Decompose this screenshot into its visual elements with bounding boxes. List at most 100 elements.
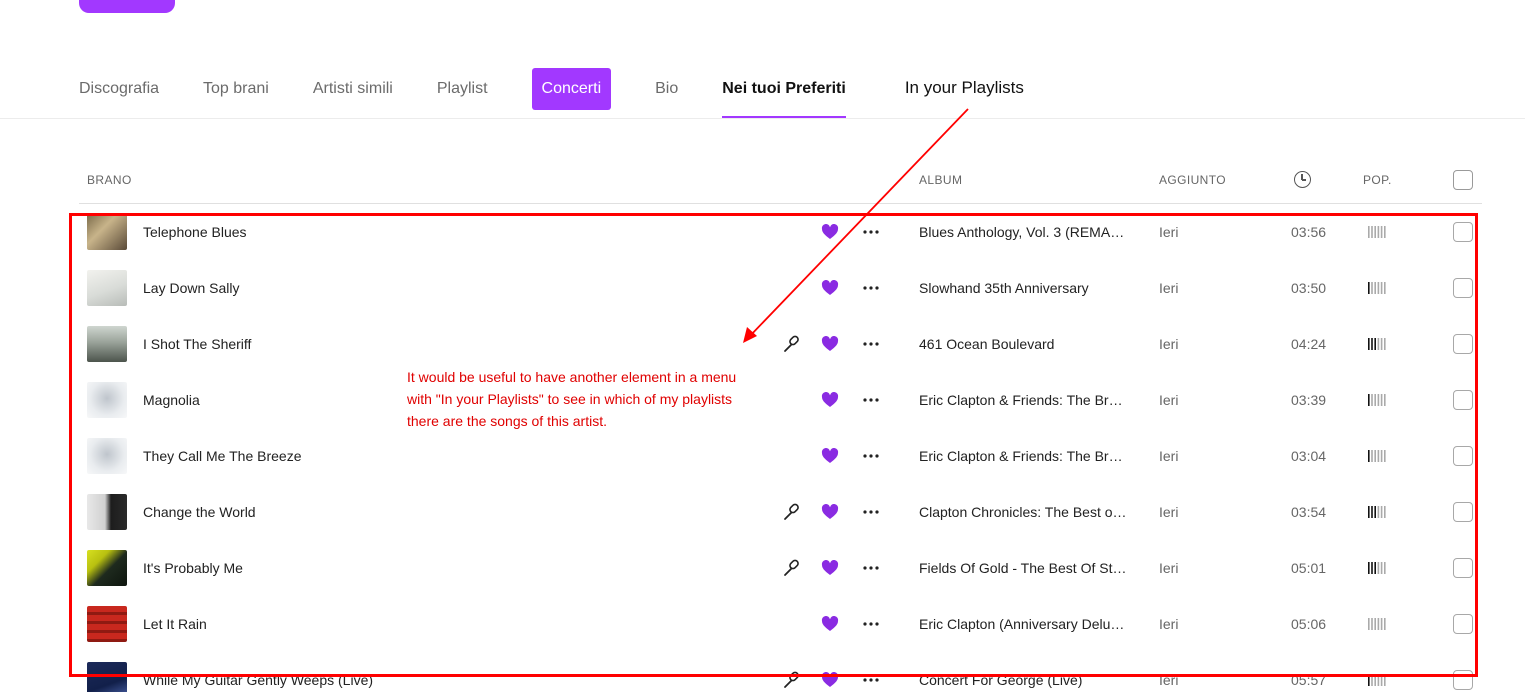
more-options-icon[interactable] (862, 566, 880, 570)
track-duration: 03:54 (1291, 504, 1327, 520)
album-cover[interactable] (87, 382, 127, 418)
more-options-icon[interactable] (862, 454, 880, 458)
heart-icon[interactable] (821, 280, 839, 296)
more-options-icon[interactable] (862, 510, 880, 514)
table-row[interactable]: Let It Rain Eric Clapton (Anniversary Del… (0, 596, 1525, 652)
table-row[interactable]: While My Guitar Gently Weeps (Live) Conce… (0, 652, 1525, 692)
microphone-icon[interactable] (782, 502, 802, 522)
album-link[interactable]: 461 Ocean Boulevard (919, 336, 1129, 352)
more-options-icon[interactable] (862, 342, 880, 346)
date-added: Ieri (1159, 672, 1179, 688)
track-duration: 05:01 (1291, 560, 1327, 576)
tab-nei-tuoi-preferiti[interactable]: Nei tuoi Preferiti (722, 68, 846, 118)
tab-top-brani[interactable]: Top brani (203, 68, 269, 110)
tab-discografia[interactable]: Discografia (79, 68, 159, 110)
row-checkbox[interactable] (1453, 390, 1473, 410)
more-options-icon[interactable] (862, 286, 880, 290)
track-title[interactable]: Magnolia (143, 392, 200, 408)
heart-icon[interactable] (821, 672, 839, 688)
row-checkbox[interactable] (1453, 558, 1473, 578)
heart-icon[interactable] (821, 336, 839, 352)
date-added: Ieri (1159, 504, 1179, 520)
heart-icon[interactable] (821, 448, 839, 464)
more-options-icon[interactable] (862, 398, 880, 402)
track-title[interactable]: They Call Me The Breeze (143, 448, 301, 464)
date-added: Ieri (1159, 224, 1179, 240)
track-title[interactable]: I Shot The Sheriff (143, 336, 251, 352)
select-all-checkbox[interactable] (1453, 170, 1473, 190)
row-checkbox[interactable] (1453, 446, 1473, 466)
column-header-added[interactable]: AGGIUNTO (1159, 173, 1226, 187)
tab-playlist[interactable]: Playlist (437, 68, 488, 110)
popularity-bars-icon (1368, 562, 1386, 574)
table-row[interactable]: Lay Down Sally Slowhand 35th Anniversary I… (0, 260, 1525, 316)
album-cover[interactable] (87, 270, 127, 306)
row-checkbox[interactable] (1453, 670, 1473, 690)
table-row[interactable]: They Call Me The Breeze Eric Clapton & Fr… (0, 428, 1525, 484)
album-cover[interactable] (87, 214, 127, 250)
tab-concerti[interactable]: Concerti (531, 68, 612, 110)
column-header-album[interactable]: ALBUM (919, 173, 962, 187)
column-header-track[interactable]: BRANO (87, 173, 132, 187)
track-title[interactable]: Telephone Blues (143, 224, 247, 240)
date-added: Ieri (1159, 392, 1179, 408)
microphone-icon[interactable] (782, 670, 802, 690)
popularity-bars-icon (1368, 450, 1386, 462)
track-duration: 03:04 (1291, 448, 1327, 464)
heart-icon[interactable] (821, 392, 839, 408)
top-purple-button[interactable] (79, 0, 175, 13)
album-link[interactable]: Eric Clapton (Anniversary Deluxe Edition… (919, 616, 1129, 632)
column-header-popularity[interactable]: POP. (1363, 173, 1392, 187)
table-row[interactable]: Telephone Blues Blues Anthology, Vol. 3 (… (0, 204, 1525, 260)
album-link[interactable]: Eric Clapton & Friends: The Breeze (919, 448, 1129, 464)
table-row[interactable]: Change the World Clapton Chronicles: The … (0, 484, 1525, 540)
annotation-note-line: It would be useful to have another eleme… (407, 369, 737, 385)
heart-icon[interactable] (821, 504, 839, 520)
heart-icon[interactable] (821, 224, 839, 240)
tab-artisti-simili[interactable]: Artisti simili (313, 68, 393, 110)
album-cover[interactable] (87, 494, 127, 530)
track-duration: 05:06 (1291, 616, 1327, 632)
track-title[interactable]: Let It Rain (143, 616, 207, 632)
row-checkbox[interactable] (1453, 502, 1473, 522)
track-title[interactable]: Lay Down Sally (143, 280, 240, 296)
tab-bio[interactable]: Bio (655, 68, 678, 110)
tab-in-your-playlists[interactable]: In your Playlists (905, 68, 1024, 108)
row-checkbox[interactable] (1453, 614, 1473, 634)
album-cover[interactable] (87, 606, 127, 642)
table-row[interactable]: It's Probably Me Fields Of Gold - The Bes… (0, 540, 1525, 596)
track-duration: 04:24 (1291, 336, 1327, 352)
microphone-icon[interactable] (782, 558, 802, 578)
more-options-icon[interactable] (862, 230, 880, 234)
table-row[interactable]: I Shot The Sheriff 461 Ocean Boulevard Ier… (0, 316, 1525, 372)
album-link[interactable]: Slowhand 35th Anniversary (919, 280, 1129, 296)
track-title[interactable]: While My Guitar Gently Weeps (Live) (143, 672, 373, 688)
track-duration: 05:57 (1291, 672, 1327, 688)
album-link[interactable]: Concert For George (Live) (919, 672, 1129, 688)
album-link[interactable]: Eric Clapton & Friends: The Breeze (919, 392, 1129, 408)
album-link[interactable]: Clapton Chronicles: The Best of Eric Cla… (919, 504, 1129, 520)
album-cover[interactable] (87, 550, 127, 586)
album-link[interactable]: Blues Anthology, Vol. 3 (REMASTERED) (919, 224, 1129, 240)
heart-icon[interactable] (821, 616, 839, 632)
date-added: Ieri (1159, 616, 1179, 632)
row-checkbox[interactable] (1453, 222, 1473, 242)
album-cover[interactable] (87, 662, 127, 692)
popularity-bars-icon (1368, 338, 1386, 350)
album-cover[interactable] (87, 326, 127, 362)
album-cover[interactable] (87, 438, 127, 474)
more-options-icon[interactable] (862, 622, 880, 626)
heart-icon[interactable] (821, 560, 839, 576)
more-options-icon[interactable] (862, 678, 880, 682)
table-header: BRANO ALBUM AGGIUNTO POP. (79, 160, 1482, 204)
microphone-icon[interactable] (782, 334, 802, 354)
clock-icon[interactable] (1294, 171, 1311, 188)
album-link[interactable]: Fields Of Gold - The Best Of Sting (919, 560, 1129, 576)
row-checkbox[interactable] (1453, 334, 1473, 354)
track-title[interactable]: Change the World (143, 504, 256, 520)
popularity-bars-icon (1368, 394, 1386, 406)
track-title[interactable]: It's Probably Me (143, 560, 243, 576)
table-row[interactable]: Magnolia Eric Clapton & Friends: The Bree… (0, 372, 1525, 428)
row-checkbox[interactable] (1453, 278, 1473, 298)
track-duration: 03:56 (1291, 224, 1327, 240)
